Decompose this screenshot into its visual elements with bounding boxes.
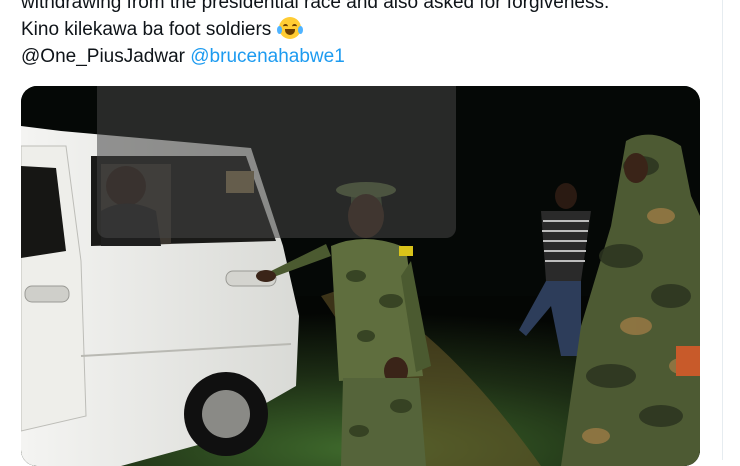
tweet-photo[interactable] (21, 86, 700, 466)
tweet-line-2-text: Kino kilekawa ba foot soldiers (21, 19, 272, 40)
tweet-line-1: withdrawing from the presidential race a… (21, 0, 610, 13)
tweet-line-2: Kino kilekawa ba foot soldiers (21, 16, 711, 43)
mention-link[interactable]: @brucenahabwe1 (190, 46, 345, 67)
tweet-text: withdrawing from the presidential race a… (21, 0, 711, 70)
tweet-card: withdrawing from the presidential race a… (0, 0, 723, 466)
photo-blur-overlay (97, 86, 456, 238)
tweet-line-3: @One_PiusJadwar @brucenahabwe1 (21, 43, 711, 70)
mention-author[interactable]: @One_PiusJadwar (21, 46, 185, 67)
face-with-tears-of-joy-icon (276, 17, 303, 39)
